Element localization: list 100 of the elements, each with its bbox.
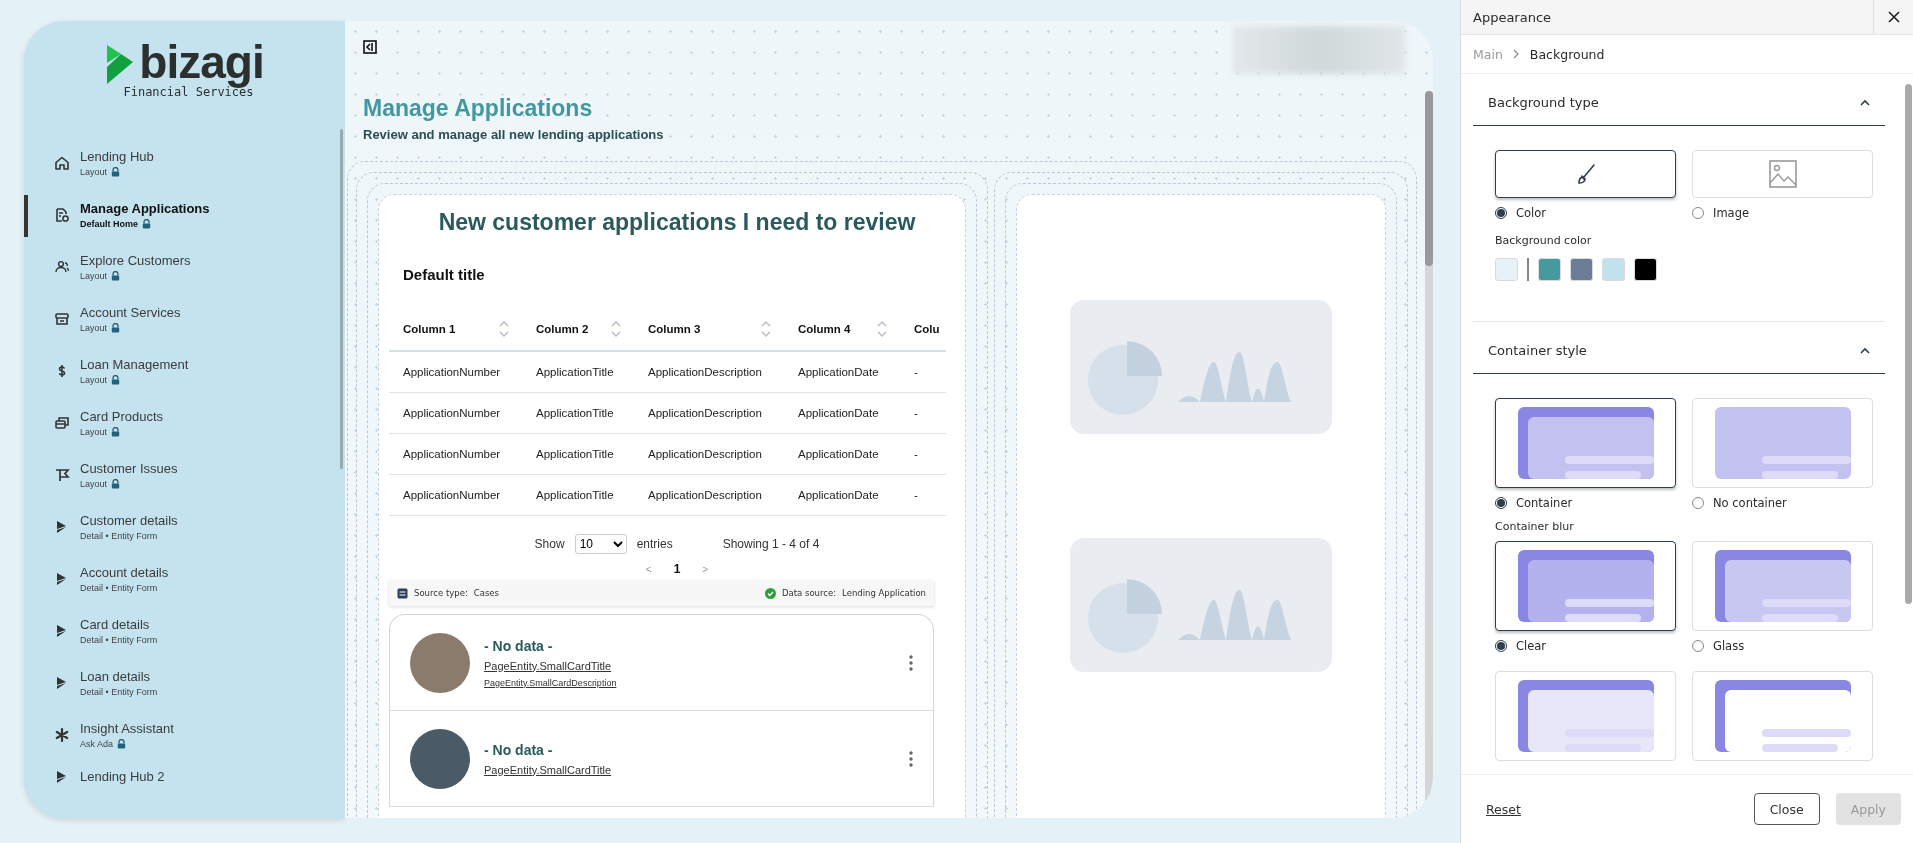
nav-item-subtitle: Layout — [80, 375, 108, 385]
section-header[interactable]: Container style — [1473, 328, 1885, 374]
table-cell: ApplicationDescription — [634, 434, 784, 475]
chevron-right-icon — [1512, 49, 1520, 59]
radio-button[interactable] — [1495, 640, 1507, 652]
table-cell: - — [900, 475, 946, 516]
nav-item[interactable]: Loan details Detail • Entity Form — [24, 657, 345, 709]
radio-label: Color — [1516, 206, 1547, 220]
radio-button[interactable] — [1692, 497, 1704, 509]
nav-item[interactable]: Explore Customers Layout — [24, 241, 345, 293]
table-cell: - — [900, 352, 946, 393]
table-cell: ApplicationDescription — [634, 475, 784, 516]
sort-icon[interactable] — [876, 320, 888, 338]
card-description-link[interactable]: PageEntity.SmallCardDescription — [484, 677, 895, 688]
collapse-sidebar-icon[interactable] — [363, 40, 377, 54]
nav-item[interactable]: Loan Management Layout — [24, 345, 345, 397]
card-title: - No data - — [484, 637, 554, 654]
nav-item[interactable]: Account details Detail • Entity Form — [24, 553, 345, 605]
column-header[interactable]: Column 2 — [522, 308, 634, 352]
nav-item-subtitle: Detail • Entity Form — [80, 635, 158, 645]
color-label: Background color — [1494, 233, 1593, 247]
radio-label: No container — [1713, 496, 1787, 510]
small-card[interactable]: - No data - PageEntity.SmallCardTitle PageEntity.SmallCardDescription — [390, 615, 933, 711]
show-label: Show — [534, 537, 565, 551]
nav-item-title: Loan Management — [80, 357, 189, 372]
radio-label: Container — [1516, 496, 1573, 510]
small-card[interactable]: - No data - PageEntity.SmallCardTitle — [390, 711, 933, 807]
color-swatch[interactable] — [1602, 257, 1625, 281]
card-title-link[interactable]: PageEntity.SmallCardTitle — [484, 659, 895, 672]
table-cell: ApplicationNumber — [389, 475, 522, 516]
breadcrumb-current: Background — [1529, 46, 1605, 62]
table-cell: ApplicationNumber — [389, 434, 522, 475]
column-header[interactable]: Column 1 — [389, 308, 522, 352]
image-icon — [1768, 160, 1797, 188]
sort-icon[interactable] — [610, 320, 622, 338]
chevron-up-icon[interactable] — [1860, 347, 1870, 354]
active-indicator — [24, 195, 28, 237]
page-subtitle: Review and manage all new lending applications — [363, 127, 665, 142]
option-tile[interactable] — [1495, 398, 1676, 488]
card-title-link[interactable]: PageEntity.SmallCardTitle — [484, 763, 895, 776]
table-cell: - — [900, 393, 946, 434]
flag-icon — [54, 467, 70, 483]
sort-icon[interactable] — [498, 320, 510, 338]
archive-icon — [54, 311, 70, 327]
home-icon — [54, 155, 70, 171]
more-options-icon[interactable] — [909, 654, 913, 671]
nav-item-title: Account details — [80, 565, 169, 580]
table-cell: ApplicationNumber — [389, 352, 522, 393]
page-number[interactable]: 1 — [673, 562, 681, 576]
panel-scrollbar[interactable] — [1905, 84, 1912, 604]
radio-button[interactable] — [1692, 640, 1704, 652]
scrollbar-thumb[interactable] — [1425, 91, 1433, 266]
close-button[interactable]: Close — [1753, 793, 1820, 825]
nav-item-subtitle: Layout — [80, 167, 108, 177]
section-header[interactable]: Background type — [1473, 80, 1885, 126]
close-icon[interactable] — [1887, 11, 1900, 23]
column-header[interactable]: Colu — [900, 308, 946, 352]
nav-item[interactable]: Customer details Detail • Entity Form — [24, 501, 345, 553]
option-tile[interactable] — [1495, 541, 1676, 631]
nav-item[interactable]: Insight Assistant Ask Ada — [24, 709, 345, 761]
cards-icon — [54, 415, 70, 431]
color-swatch[interactable] — [1538, 257, 1561, 281]
color-swatch[interactable] — [1634, 257, 1657, 281]
table-cell: ApplicationDate — [784, 393, 900, 434]
card-title: - No data - — [484, 741, 554, 758]
nav-item-title: Lending Hub — [80, 149, 154, 164]
database-icon — [397, 587, 408, 599]
nav-item-title: Customer Issues — [80, 461, 178, 476]
color-swatch[interactable] — [1495, 257, 1518, 281]
option-tile[interactable] — [1495, 150, 1676, 198]
more-options-icon[interactable] — [909, 750, 913, 767]
nav-item-subtitle: Detail • Entity Form — [80, 583, 158, 593]
panel-title: Appearance — [1473, 9, 1552, 25]
nav-item[interactable]: Card Products Layout — [24, 397, 345, 449]
radio-button[interactable] — [1495, 207, 1507, 219]
column-header[interactable]: Column 4 — [784, 308, 900, 352]
nav-item-title: Explore Customers — [80, 253, 191, 268]
nav-item[interactable]: Card details Detail • Entity Form — [24, 605, 345, 657]
nav-item[interactable]: Account Services Layout — [24, 293, 345, 345]
nav-item-subtitle: Ask Ada — [80, 739, 114, 749]
chevron-up-icon[interactable] — [1860, 99, 1870, 106]
nav-item[interactable]: Lending Hub 2 — [24, 761, 345, 813]
nav-item[interactable]: Manage Applications Default Home — [24, 189, 345, 241]
check-circle-icon — [764, 587, 776, 599]
sort-icon[interactable] — [760, 320, 772, 338]
nav-item-subtitle: Detail • Entity Form — [80, 687, 158, 697]
scrollbar[interactable] — [340, 129, 343, 469]
people-icon — [54, 259, 70, 275]
page-size-select[interactable]: 10 — [574, 534, 627, 554]
radio-button[interactable] — [1495, 497, 1507, 509]
color-swatch[interactable] — [1570, 257, 1593, 281]
radio-button[interactable] — [1692, 207, 1704, 219]
asterisk-icon — [54, 727, 70, 743]
column-header[interactable]: Column 3 — [634, 308, 784, 352]
reset-link[interactable]: Reset — [1486, 801, 1521, 817]
nav-item-title: Account Services — [80, 305, 181, 320]
nav-item-title: Lending Hub 2 — [80, 769, 165, 784]
nav-item[interactable]: Customer Issues Layout — [24, 449, 345, 501]
table-title: Default title — [403, 266, 486, 283]
nav-item[interactable]: Lending Hub Layout — [24, 137, 345, 189]
